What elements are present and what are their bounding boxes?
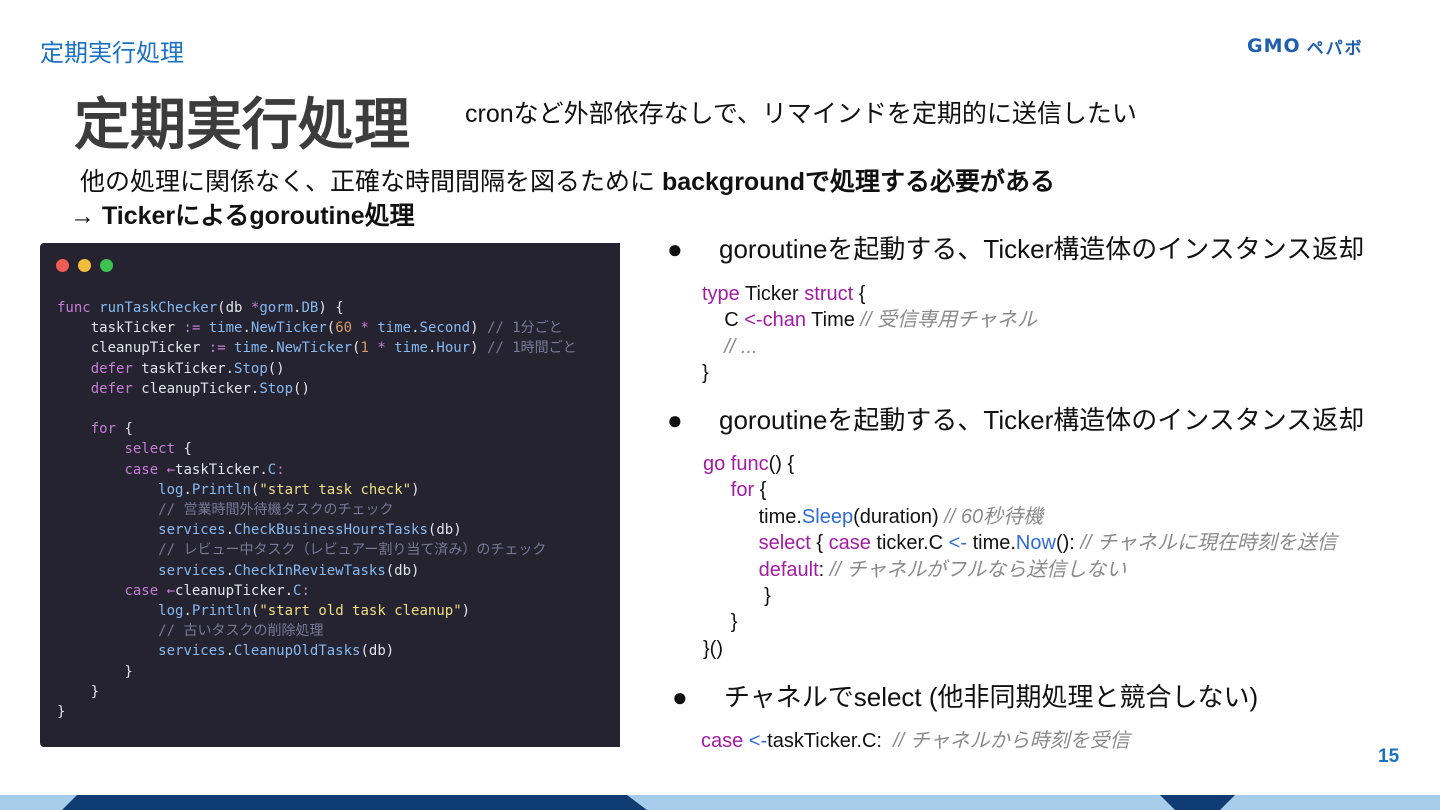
code-line: case ←cleanupTicker.C: [124, 582, 310, 599]
footer-accent [62, 795, 647, 810]
slide-title: 定期実行処理 [74, 93, 410, 156]
snippet-line: } [730, 611, 738, 634]
code-panel: func runTaskChecker(db *gorm.DB) { taskT… [40, 243, 620, 747]
description-emphasis: backgroundで処理する必要がある [661, 168, 1056, 196]
snippet-line: C <-chan Time // 受信専用チャネル [724, 309, 1037, 332]
snippet-line: default: // チャネルがフルなら送信しない [758, 558, 1127, 581]
code-line: } [57, 683, 100, 700]
bullet-marker: ● [667, 405, 683, 435]
code-line: defer taskTicker.Stop() [90, 360, 285, 377]
code-line: } [57, 704, 66, 721]
page-number: 15 [1378, 746, 1400, 767]
code-line: services.CleanupOldTasks(db) [158, 643, 395, 660]
code-line: // レビュー中タスク（レビュアー割り当て済み）のチェック [158, 542, 547, 559]
snippet-line: } [764, 585, 771, 608]
code-line: taskTicker := time.NewTicker(60 * time.S… [57, 320, 563, 337]
description-line-1: 他の処理に関係なく、正確な時間間隔を図るために backgroundで処理する必… [80, 162, 1055, 198]
description-line-2: → Tickerによるgoroutine処理 [70, 202, 415, 230]
code-line: select { [124, 441, 192, 458]
snippet-line: }() [703, 637, 723, 660]
snippet-line: } [702, 362, 709, 385]
bullet-marker: ● [667, 234, 683, 264]
bullet-1: ● goroutineを起動する、Ticker構造体のインスタンス返却 [667, 229, 1364, 266]
code-line: for { [90, 421, 133, 438]
description-text: 他の処理に関係なく、正確な時間間隔を図るために [80, 168, 662, 196]
code-line: services.CheckInReviewTasks(db) [158, 562, 420, 579]
code-line: case ←taskTicker.C: [124, 461, 285, 478]
bullet-marker: ● [672, 682, 688, 712]
close-dot-icon [56, 259, 69, 272]
code-line: func runTaskChecker(db *gorm.DB) { [57, 300, 344, 316]
snippet-line: go func() { [703, 453, 795, 475]
code-line: log.Println("start task check") [158, 481, 420, 498]
snippet-line: // ... [724, 335, 758, 358]
bullet-2: ● goroutineを起動する、Ticker構造体のインスタンス返却 [667, 400, 1364, 437]
slide-subtitle: cronなど外部依存なしで、リマインドを定期的に送信したい [465, 100, 1137, 128]
bullet-3-text: チャネルでselect (他非同期処理と競合しない) [724, 682, 1259, 712]
bullet-3: ● チャネルでselect (他非同期処理と競合しない) [672, 677, 1258, 714]
code-block: func runTaskChecker(db *gorm.DB) { taskT… [57, 298, 577, 722]
code-snippet-select-case: case <-taskTicker.C: // チャネルから時刻を受信 [701, 730, 1130, 752]
code-snippet-goroutine: go func() { for { time.Sleep(duration) /… [703, 451, 1337, 662]
window-controls [56, 259, 113, 272]
code-line: } [57, 663, 133, 680]
code-line: services.CheckBusinessHoursTasks(db) [158, 522, 462, 539]
code-line: defer cleanupTicker.Stop() [90, 380, 310, 397]
footer-band [0, 795, 1440, 810]
bullet-1-text: goroutineを起動する、Ticker構造体のインスタンス返却 [719, 234, 1365, 264]
company-logo: GMO ペパボ [1247, 34, 1364, 58]
snippet-line: for { [730, 479, 767, 502]
code-snippet-ticker-struct: type Ticker struct { C <-chan Time // 受信… [702, 281, 1037, 387]
logo-gmo-text: GMO [1247, 35, 1301, 57]
snippet-line: time.Sleep(duration) // 60秒待機 [758, 505, 1044, 528]
code-line: // 営業時間外待機タスクのチェック [158, 502, 394, 519]
minimize-dot-icon [78, 259, 91, 272]
code-line: // 古いタスクの削除処理 [158, 623, 324, 640]
code-line: log.Println("start old task cleanup") [158, 603, 471, 620]
code-line: cleanupTicker := time.NewTicker(1 * time… [57, 340, 577, 357]
snippet-line: select { case ticker.C <- time.Now(): //… [758, 532, 1337, 555]
logo-kana-text: ペパボ [1306, 38, 1364, 58]
footer-accent [1160, 795, 1235, 810]
bullet-2-text: goroutineを起動する、Ticker構造体のインスタンス返却 [719, 405, 1365, 435]
section-label: 定期実行処理 [40, 40, 184, 67]
maximize-dot-icon [100, 259, 113, 272]
snippet-line: type Ticker struct { [702, 283, 866, 305]
